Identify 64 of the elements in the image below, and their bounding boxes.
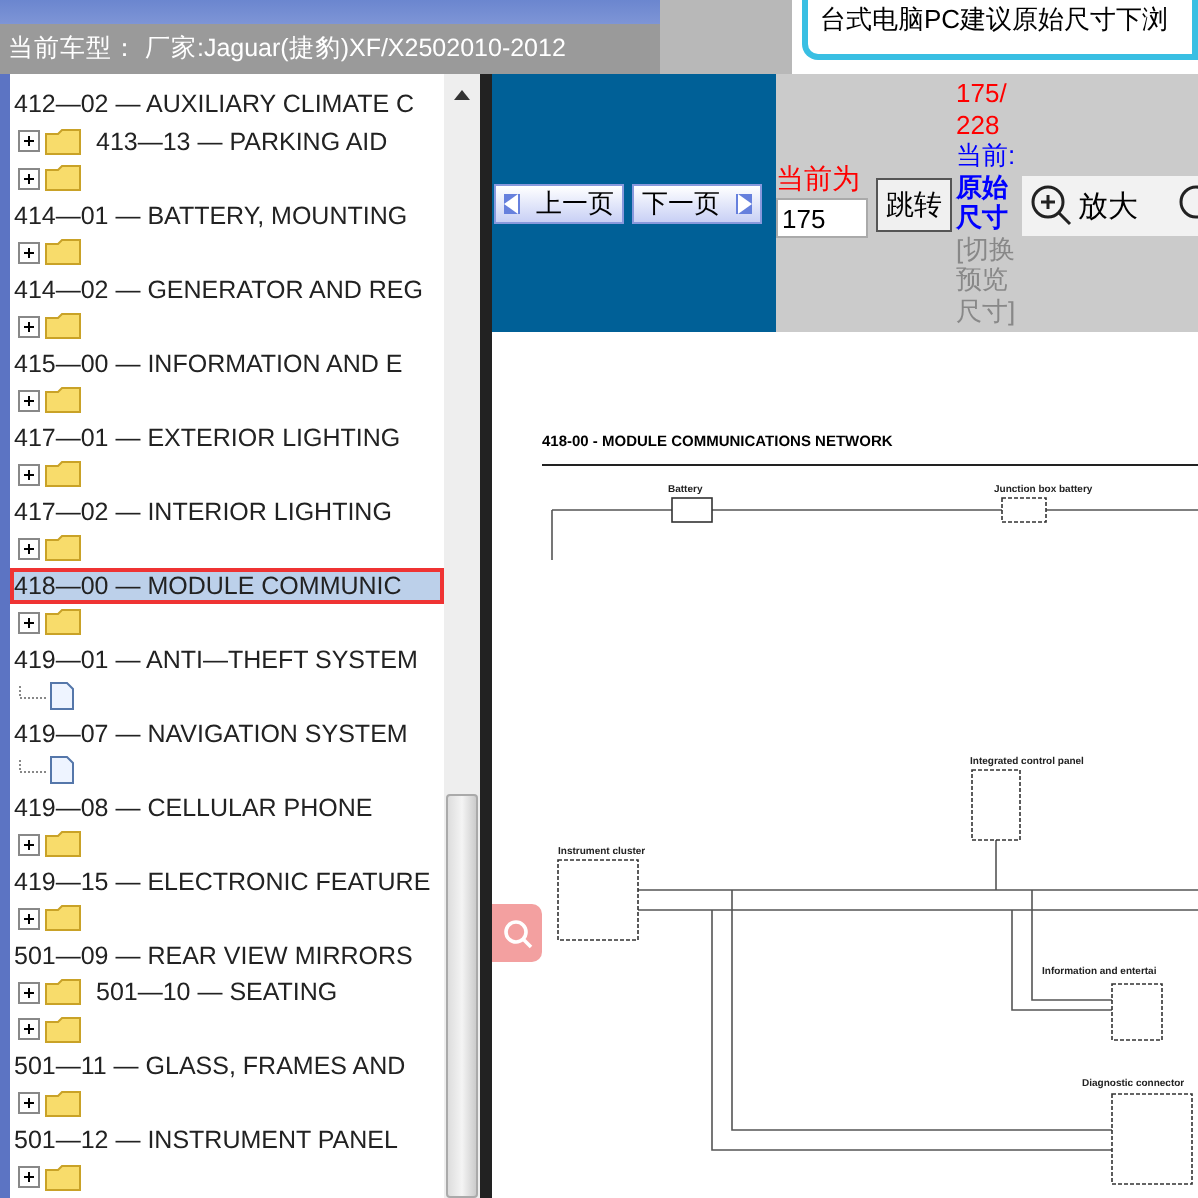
page-count: 175/228	[956, 78, 1009, 140]
expand-plus-icon[interactable]	[18, 1018, 40, 1041]
page-number-field[interactable]: 175	[776, 198, 868, 238]
tree-item[interactable]: 419—07 — NAVIGATION SYSTEM	[10, 715, 444, 752]
mascot-picture-placeholder	[660, 0, 792, 74]
expand-plus-icon[interactable]	[18, 389, 40, 412]
tree-item[interactable]: 415—00 — INFORMATION AND E	[10, 345, 444, 382]
tree-item[interactable]: 418—00 — MODULE COMMUNIC	[10, 567, 444, 604]
scroll-up-arrow-icon[interactable]	[454, 90, 470, 100]
expand-plus-icon[interactable]	[18, 1092, 40, 1115]
folder-icon	[44, 1163, 84, 1192]
tree-item[interactable]: 501—12 — INSTRUMENT PANEL	[10, 1122, 444, 1159]
speech-bubble: 台式电脑PC建议原始尺寸下浏	[802, 0, 1198, 60]
tree-item[interactable]: 419—08 — CELLULAR PHONE	[10, 789, 444, 826]
left-arrow-icon	[504, 193, 520, 213]
tree-item[interactable]: 501—10 — SEATING	[96, 974, 338, 1011]
folder-icon	[44, 460, 84, 489]
expand-plus-icon[interactable]	[18, 241, 40, 264]
expand-plus-icon[interactable]	[18, 315, 40, 338]
current-page-label: 当前为	[776, 162, 862, 198]
zoom-in-button[interactable]: 放大	[1022, 184, 1146, 228]
tree-item[interactable]: 413—13 — PARKING AID	[96, 123, 388, 160]
right-arrow-icon	[736, 193, 752, 213]
folder-icon	[44, 608, 84, 637]
expand-plus-icon[interactable]	[18, 463, 40, 486]
expand-plus-icon[interactable]	[18, 611, 40, 634]
folder-icon	[44, 1015, 84, 1044]
tree-item[interactable]: 501—11 — GLASS, FRAMES AND	[10, 1048, 444, 1085]
tree-item[interactable]: 417—01 — EXTERIOR LIGHTING	[10, 419, 444, 456]
expand-plus-icon[interactable]	[18, 537, 40, 560]
tree-item[interactable]: 419—01 — ANTI—THEFT SYSTEM	[10, 641, 444, 678]
expand-plus-icon[interactable]	[18, 981, 40, 1004]
tree-item[interactable]: 417—02 — INTERIOR LIGHTING	[10, 493, 444, 530]
document-icon	[50, 756, 74, 785]
folder-icon	[44, 127, 84, 156]
scrollbar-thumb[interactable]	[446, 794, 478, 1198]
expand-plus-icon[interactable]	[18, 130, 40, 153]
expand-plus-icon[interactable]	[18, 907, 40, 930]
expand-plus-icon[interactable]	[18, 833, 40, 856]
expand-plus-icon[interactable]	[18, 1166, 40, 1189]
folder-icon	[44, 386, 84, 415]
size-value: 原始尺寸	[956, 171, 1010, 233]
folder-icon	[44, 904, 84, 933]
tree-item[interactable]: 414—02 — GENERATOR AND REG	[10, 271, 444, 308]
tree-item[interactable]: 419—15 — ELECTRONIC FEATURE	[10, 863, 444, 900]
next-page-button[interactable]: 下一页	[632, 183, 762, 223]
folder-icon	[44, 238, 84, 267]
folder-icon	[44, 312, 84, 341]
folder-icon	[44, 1089, 84, 1118]
document-icon	[50, 682, 74, 711]
tree-item[interactable]: 501—09 — REAR VIEW MIRRORS	[10, 937, 444, 974]
tree-item[interactable]: 414—01 — BATTERY, MOUNTING	[10, 197, 444, 234]
folder-icon	[44, 830, 84, 859]
zoom-in-icon	[1030, 184, 1074, 228]
folder-icon	[44, 164, 84, 193]
car-model-text: 当前车型： 厂家:Jaguar(捷豹)XF/X2502010-2012	[8, 32, 566, 66]
expand-plus-icon[interactable]	[18, 167, 40, 190]
previous-page-button[interactable]: 上一页	[494, 183, 624, 223]
folder-icon	[44, 534, 84, 563]
tree-item[interactable]: 412—02 — AUXILIARY CLIMATE C	[10, 86, 444, 123]
jump-button[interactable]: 跳转	[876, 178, 952, 232]
folder-icon	[44, 978, 84, 1007]
size-label: 当前:	[956, 140, 1016, 171]
search-icon	[501, 917, 533, 949]
